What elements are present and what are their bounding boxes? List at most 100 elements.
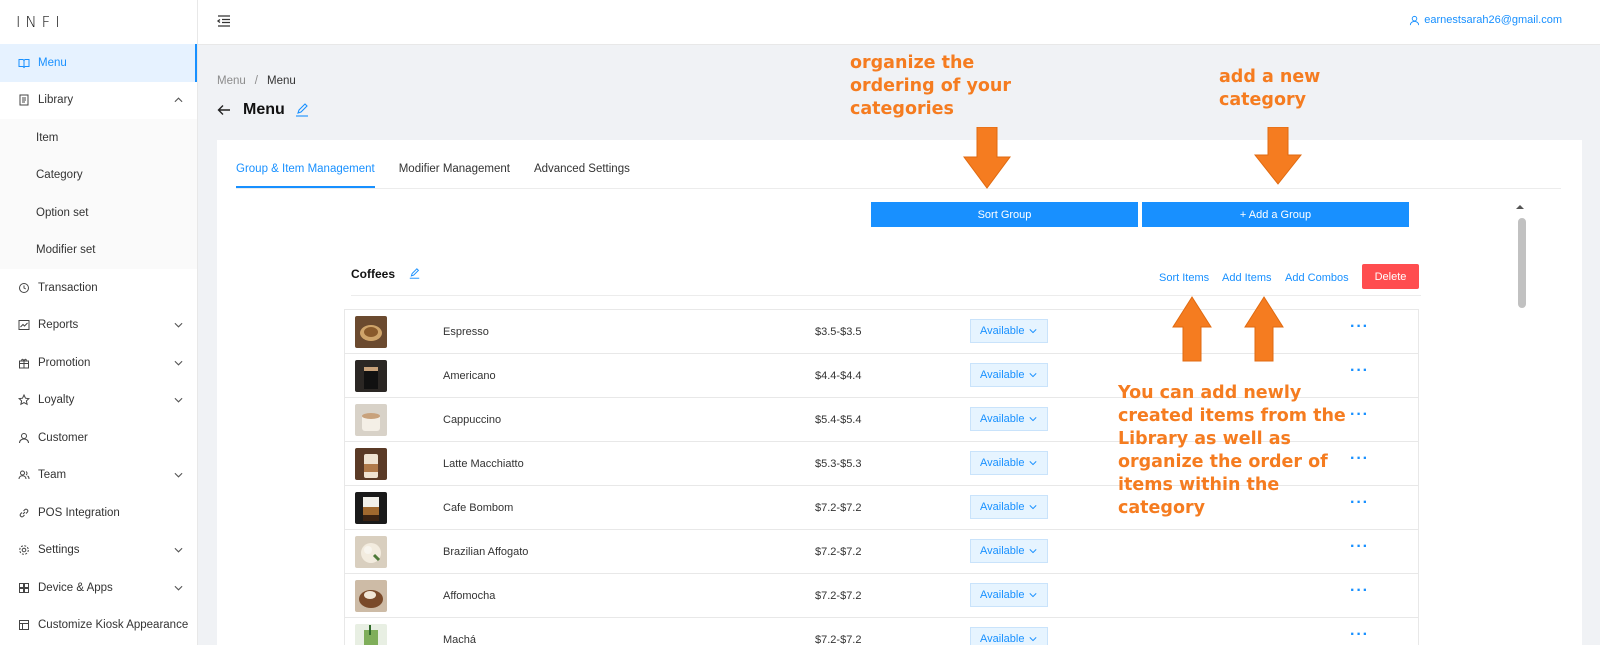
- status-select[interactable]: Available: [970, 627, 1048, 645]
- chevron-down-icon: [174, 323, 183, 328]
- sidebar-item-settings[interactable]: Settings: [0, 532, 197, 570]
- sidebar-item-label: Promotion: [38, 356, 91, 369]
- sidebar-item-label: Customize Kiosk Appearance: [38, 619, 189, 632]
- chevron-down-icon: [174, 548, 183, 553]
- user-account[interactable]: earnestsarah26@gmail.com: [1409, 14, 1562, 26]
- item-thumbnail: [355, 624, 387, 645]
- arrow-up-icon: [1244, 296, 1284, 362]
- sidebar-subitem-item[interactable]: Item: [0, 119, 197, 157]
- chevron-down-icon: [1029, 373, 1037, 378]
- item-price: $7.2-$7.2: [815, 634, 862, 645]
- status-select[interactable]: Available: [970, 319, 1048, 343]
- chevron-down-icon: [1029, 593, 1037, 598]
- layout-icon: [18, 619, 30, 631]
- transaction-icon: [18, 282, 30, 294]
- more-actions-button[interactable]: ···: [1350, 363, 1372, 382]
- page-title-row: Menu: [217, 101, 309, 119]
- item-thumbnail: [355, 580, 387, 612]
- more-actions-button[interactable]: ···: [1350, 583, 1372, 602]
- sidebar-subitem-category[interactable]: Category: [0, 157, 197, 195]
- sidebar-item-promotion[interactable]: Promotion: [0, 344, 197, 382]
- item-price: $7.2-$7.2: [815, 502, 862, 514]
- more-actions-button[interactable]: ···: [1350, 319, 1372, 338]
- more-actions-button[interactable]: ···: [1350, 407, 1372, 426]
- sidebar-subitem-option-set[interactable]: Option set: [0, 194, 197, 232]
- sidebar-item-label: Settings: [38, 544, 80, 557]
- status-value: Available: [980, 501, 1025, 513]
- sidebar-item-customize-kiosk[interactable]: Customize Kiosk Appearance: [0, 607, 197, 645]
- sidebar-item-label: Category: [36, 169, 83, 182]
- item-name: Cafe Bombom: [443, 502, 514, 514]
- delete-group-button[interactable]: Delete: [1362, 264, 1419, 289]
- group-title: Coffees: [351, 267, 396, 281]
- add-group-button[interactable]: + Add a Group: [1142, 202, 1409, 227]
- more-actions-button[interactable]: ···: [1350, 627, 1372, 645]
- sidebar-item-label: Item: [36, 131, 59, 144]
- sidebar-item-loyalty[interactable]: Loyalty: [0, 382, 197, 420]
- sidebar-item-library[interactable]: Library: [0, 82, 197, 120]
- table-row[interactable]: Machá $7.2-$7.2 Available ···: [345, 618, 1418, 645]
- chevron-down-icon: [1029, 505, 1037, 510]
- sort-items-link[interactable]: Sort Items: [1159, 272, 1209, 284]
- item-thumbnail: [355, 492, 387, 524]
- arrow-up-icon: [1172, 296, 1212, 362]
- status-select[interactable]: Available: [970, 407, 1048, 431]
- tab-modifier-management[interactable]: Modifier Management: [399, 163, 510, 188]
- user-icon: [18, 432, 30, 444]
- back-arrow-icon[interactable]: [217, 103, 231, 117]
- item-thumbnail: [355, 448, 387, 480]
- item-name: Cappuccino: [443, 414, 502, 426]
- breadcrumb-link[interactable]: Menu: [217, 75, 246, 87]
- table-row[interactable]: Affomocha $7.2-$7.2 Available ···: [345, 574, 1418, 618]
- more-actions-button[interactable]: ···: [1350, 495, 1372, 514]
- gift-icon: [18, 357, 30, 369]
- tab-group-item-management[interactable]: Group & Item Management: [236, 163, 375, 188]
- status-value: Available: [980, 369, 1025, 381]
- table-row[interactable]: Brazilian Affogato $7.2-$7.2 Available ·…: [345, 530, 1418, 574]
- status-value: Available: [980, 589, 1025, 601]
- sidebar-item-pos-integration[interactable]: POS Integration: [0, 494, 197, 532]
- status-value: Available: [980, 633, 1025, 645]
- library-icon: [18, 94, 30, 106]
- status-select[interactable]: Available: [970, 539, 1048, 563]
- arrow-down-icon: [1254, 127, 1302, 185]
- sidebar-item-device-apps[interactable]: Device & Apps: [0, 569, 197, 607]
- item-price: $3.5-$3.5: [815, 326, 862, 338]
- group-header: Coffees Sort Items Add Items Add Combos …: [351, 262, 1421, 296]
- arrow-down-icon: [963, 127, 1011, 189]
- app-logo[interactable]: INFI: [0, 0, 197, 44]
- user-email: earnestsarah26@gmail.com: [1424, 14, 1562, 26]
- status-value: Available: [980, 545, 1025, 557]
- tab-advanced-settings[interactable]: Advanced Settings: [534, 163, 630, 188]
- sidebar-item-label: Transaction: [38, 281, 98, 294]
- status-select[interactable]: Available: [970, 583, 1048, 607]
- sidebar-item-team[interactable]: Team: [0, 457, 197, 495]
- menu-fold-icon[interactable]: [216, 13, 232, 29]
- scrollbar-thumb[interactable]: [1518, 218, 1526, 308]
- item-name: Latte Macchiatto: [443, 458, 524, 470]
- edit-icon[interactable]: [295, 103, 309, 117]
- item-thumbnail: [355, 404, 387, 436]
- item-thumbnail: [355, 316, 387, 348]
- sort-group-button[interactable]: Sort Group: [871, 202, 1138, 227]
- item-name: Espresso: [443, 326, 489, 338]
- status-select[interactable]: Available: [970, 451, 1048, 475]
- sidebar-item-customer[interactable]: Customer: [0, 419, 197, 457]
- more-actions-button[interactable]: ···: [1350, 451, 1372, 470]
- sidebar-item-transaction[interactable]: Transaction: [0, 269, 197, 307]
- status-select[interactable]: Available: [970, 363, 1048, 387]
- sidebar-item-menu[interactable]: Menu: [0, 44, 197, 82]
- more-actions-button[interactable]: ···: [1350, 539, 1372, 558]
- sidebar-item-label: Reports: [38, 319, 79, 332]
- sidebar-item-reports[interactable]: Reports: [0, 307, 197, 345]
- scroll-up-icon[interactable]: [1514, 202, 1526, 212]
- annotation-items: You can add newly created items from the…: [1118, 383, 1346, 518]
- edit-icon[interactable]: [409, 268, 420, 279]
- sidebar-subitem-modifier-set[interactable]: Modifier set: [0, 232, 197, 270]
- item-price: $5.3-$5.3: [815, 458, 862, 470]
- add-items-link[interactable]: Add Items: [1222, 272, 1272, 284]
- status-select[interactable]: Available: [970, 495, 1048, 519]
- add-combos-link[interactable]: Add Combos: [1285, 272, 1349, 284]
- sidebar-item-label: Menu: [38, 56, 67, 69]
- apps-icon: [18, 582, 30, 594]
